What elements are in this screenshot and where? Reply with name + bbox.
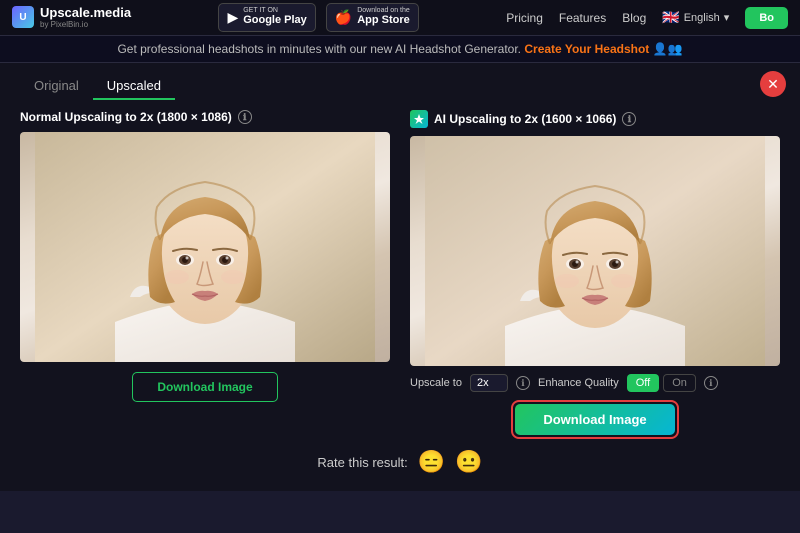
ai-upscaling-panel: AI Upscaling to 2x (1600 × 1066) ℹ <box>410 110 780 439</box>
app-store-button[interactable]: 🍎 Download on the App Store <box>326 3 419 31</box>
close-button[interactable]: ✕ <box>760 71 786 97</box>
header-cta-button[interactable]: Bo <box>745 7 788 29</box>
normal-panel-title: Normal Upscaling to 2x (1800 × 1086) ℹ <box>20 110 390 124</box>
flag-icon: 🇬🇧 <box>662 9 679 26</box>
normal-info-icon[interactable]: ℹ <box>238 110 252 124</box>
ai-download-wrapper: Download Image <box>410 400 780 439</box>
quality-info-icon[interactable]: ℹ <box>704 376 718 390</box>
upscale-label: Upscale to <box>410 377 462 389</box>
header-center: ▶ GET IT ON Google Play 🍎 Download on th… <box>218 3 418 31</box>
google-play-button[interactable]: ▶ GET IT ON Google Play <box>218 3 315 31</box>
ai-title-text: AI Upscaling to 2x (1600 × 1066) <box>434 112 616 126</box>
quality-toggle: Off On <box>627 374 696 392</box>
ai-upscale-icon <box>410 110 428 128</box>
app-store-text: Download on the App Store <box>357 7 410 27</box>
ai-download-outer: Download Image <box>511 400 678 439</box>
toggle-on-button[interactable]: On <box>663 374 696 392</box>
nav-blog[interactable]: Blog <box>622 11 646 25</box>
headshot-icons: 👤👥 <box>653 42 683 56</box>
rating-label: Rate this result: <box>317 455 407 470</box>
upscale-select[interactable]: 2x 4x <box>470 374 508 392</box>
normal-title-text: Normal Upscaling to 2x (1800 × 1086) <box>20 110 232 124</box>
ai-download-button[interactable]: Download Image <box>515 404 674 435</box>
toggle-off-button[interactable]: Off <box>627 374 659 392</box>
header-nav: Pricing Features Blog 🇬🇧 English ▾ Bo <box>506 7 788 29</box>
tabs: Original Upscaled <box>20 73 780 100</box>
nav-pricing[interactable]: Pricing <box>506 11 543 25</box>
rating-emoji-2[interactable]: 😐 <box>455 449 482 475</box>
header: U Upscale.media by PixelBin.io ▶ GET IT … <box>0 0 800 36</box>
upscale-info-icon[interactable]: ℹ <box>516 376 530 390</box>
google-play-text: GET IT ON Google Play <box>243 7 307 27</box>
ai-panel-title: AI Upscaling to 2x (1600 × 1066) ℹ <box>410 110 780 128</box>
tab-original[interactable]: Original <box>20 73 93 100</box>
quality-label: Enhance Quality <box>538 377 619 389</box>
language-label: English <box>684 12 720 24</box>
comparison-area: Normal Upscaling to 2x (1800 × 1086) ℹ <box>20 110 780 439</box>
nav-features[interactable]: Features <box>559 11 606 25</box>
banner-text: Get professional headshots in minutes wi… <box>117 42 521 56</box>
logo-icon: U <box>12 6 34 28</box>
logo-sub: by PixelBin.io <box>40 20 131 29</box>
tab-upscaled[interactable]: Upscaled <box>93 73 175 100</box>
chevron-down-icon: ▾ <box>724 11 730 24</box>
google-play-icon: ▶ <box>227 9 238 26</box>
normal-download-area: Download Image <box>20 372 390 402</box>
banner-link[interactable]: Create Your Headshot <box>524 42 649 56</box>
language-selector[interactable]: 🇬🇧 English ▾ <box>662 9 729 26</box>
normal-image-container <box>20 132 390 362</box>
main-content: ✕ Original Upscaled Normal Upscaling to … <box>0 63 800 491</box>
normal-image-svg <box>20 132 390 362</box>
ai-image-container <box>410 136 780 366</box>
rating-area: Rate this result: 😑 😐 <box>20 439 780 481</box>
normal-download-button[interactable]: Download Image <box>132 372 277 402</box>
ai-info-icon[interactable]: ℹ <box>622 112 636 126</box>
banner: Get professional headshots in minutes wi… <box>0 36 800 63</box>
normal-upscaling-panel: Normal Upscaling to 2x (1800 × 1086) ℹ <box>20 110 390 402</box>
logo-area: U Upscale.media by PixelBin.io <box>12 6 131 29</box>
logo-text: Upscale.media by PixelBin.io <box>40 6 131 29</box>
apple-icon: 🍎 <box>335 9 352 26</box>
ai-panel-controls: Upscale to 2x 4x ℹ Enhance Quality Off O… <box>410 374 780 392</box>
ai-image-svg <box>410 136 780 366</box>
rating-emoji-1[interactable]: 😑 <box>418 449 445 475</box>
logo-main: Upscale.media <box>40 6 131 20</box>
